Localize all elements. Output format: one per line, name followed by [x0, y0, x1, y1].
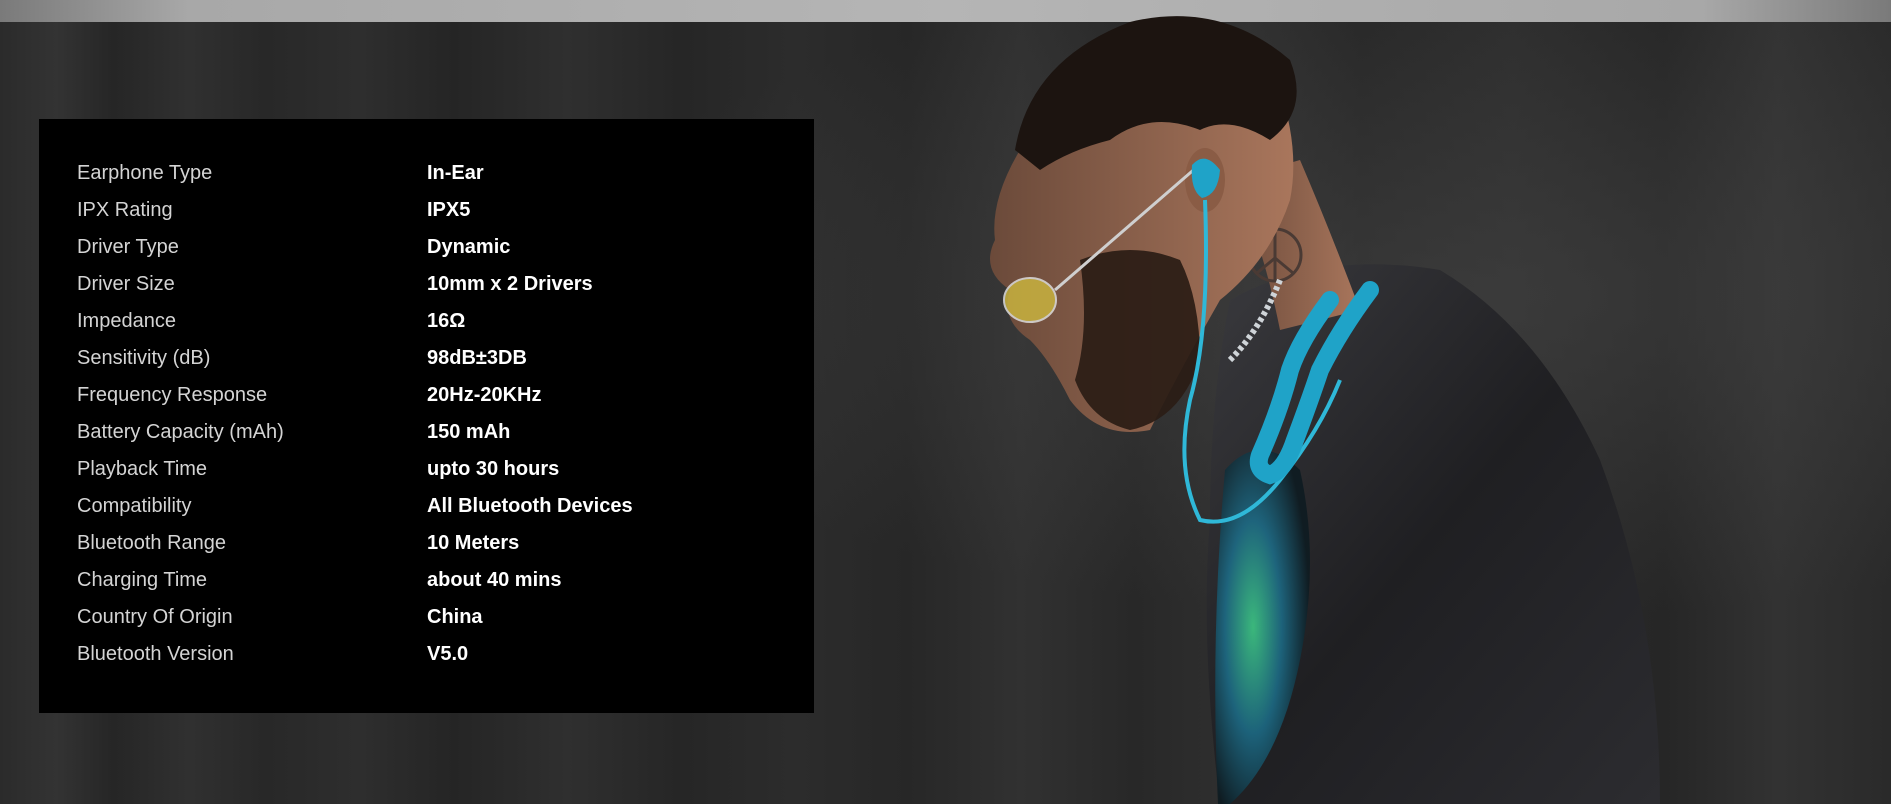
spec-label: Earphone Type [77, 162, 213, 184]
spec-value: 150 mAh [427, 421, 511, 443]
spec-row: IPX Rating IPX5 [39, 192, 814, 229]
spec-value: China [427, 606, 483, 628]
spec-label: Bluetooth Range [77, 532, 227, 554]
spec-label: Playback Time [77, 458, 208, 480]
beard-shape [1075, 250, 1200, 430]
spec-value: In-Ear [427, 162, 484, 184]
spec-row: Driver Size 10mm x 2 Drivers [39, 266, 814, 303]
spec-row: Compatibility All Bluetooth Devices [39, 488, 814, 525]
specifications-table: Earphone Type In-Ear IPX Rating IPX5 Dri… [39, 119, 814, 713]
spec-value: 20Hz-20KHz [427, 384, 542, 406]
spec-label: Driver Size [77, 273, 175, 295]
spec-label: Driver Type [77, 236, 179, 258]
spec-value: 16Ω [427, 310, 466, 332]
spec-label: Compatibility [77, 495, 192, 517]
spec-row: Country Of Origin China [39, 599, 814, 636]
spec-row: Earphone Type In-Ear [39, 155, 814, 192]
spec-row: Driver Type Dynamic [39, 229, 814, 266]
spec-value: 10 Meters [427, 532, 520, 554]
sunglasses-lens [1003, 277, 1057, 323]
spec-row: Bluetooth Range 10 Meters [39, 525, 814, 562]
spec-value: about 40 mins [427, 569, 562, 591]
spec-value: All Bluetooth Devices [427, 495, 633, 517]
spec-value: upto 30 hours [427, 458, 560, 480]
spec-row: Impedance 16Ω [39, 303, 814, 340]
spec-row: Battery Capacity (mAh) 150 mAh [39, 414, 814, 451]
spec-row: Frequency Response 20Hz-20KHz [39, 377, 814, 414]
spec-label: Battery Capacity (mAh) [77, 421, 284, 443]
spec-label: Impedance [77, 310, 176, 332]
spec-value: 10mm x 2 Drivers [427, 273, 593, 295]
spec-label: IPX Rating [77, 199, 173, 221]
spec-label: Country Of Origin [77, 606, 233, 628]
spec-value: 98dB±3DB [427, 347, 527, 369]
spec-row: Playback Time upto 30 hours [39, 451, 814, 488]
spec-value: IPX5 [427, 199, 471, 221]
model-wearing-neckband-earphones-image [990, 16, 1660, 804]
spec-row: Charging Time about 40 mins [39, 562, 814, 599]
spec-label: Bluetooth Version [77, 643, 234, 665]
spec-label: Charging Time [77, 569, 208, 591]
spec-label: Frequency Response [77, 384, 268, 406]
spec-value: Dynamic [427, 236, 511, 258]
spec-row: Sensitivity (dB) 98dB±3DB [39, 340, 814, 377]
spec-row: Bluetooth Version V5.0 [39, 636, 814, 673]
spec-value: V5.0 [427, 643, 469, 665]
spec-label: Sensitivity (dB) [77, 347, 211, 369]
